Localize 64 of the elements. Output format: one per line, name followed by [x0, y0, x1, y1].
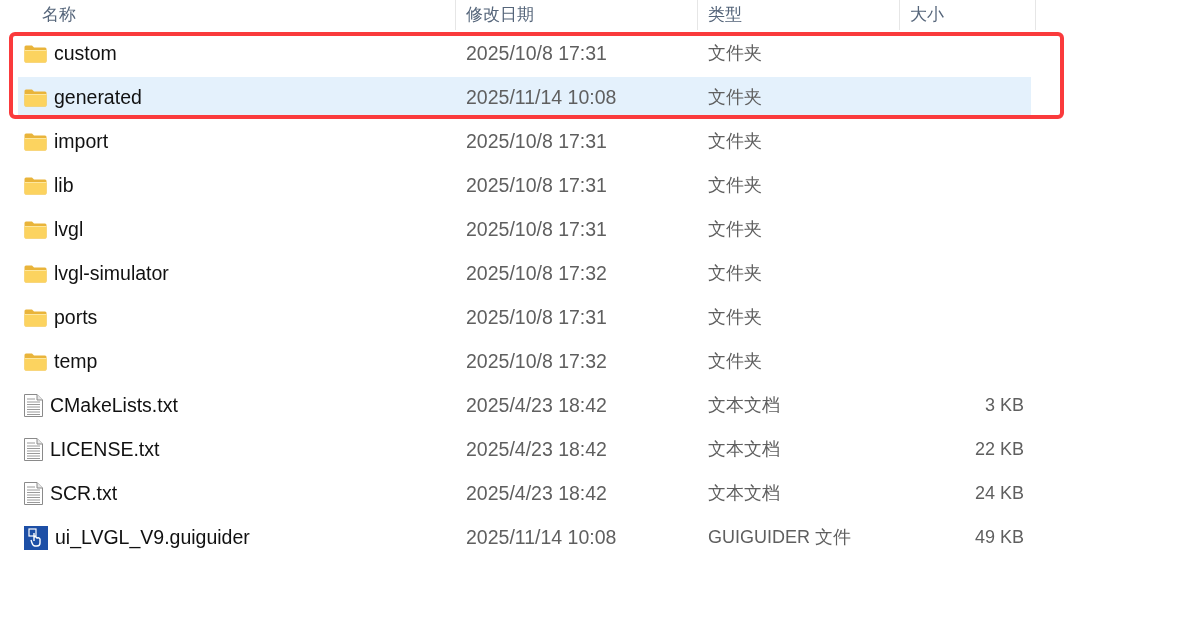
file-type: 文件夹: [708, 174, 762, 197]
folder-icon: [24, 44, 47, 63]
file-size: 22 KB: [974, 438, 1024, 461]
file-row[interactable]: LICENSE.txt 2025/4/23 18:42 文本文档 22 KB: [18, 429, 1031, 470]
modified-date: 2025/10/8 17:31: [466, 304, 607, 330]
file-name: ui_LVGL_V9.guiguider: [55, 524, 250, 551]
file-name: lvgl-simulator: [54, 260, 169, 286]
file-row[interactable]: ports 2025/10/8 17:31 文件夹: [18, 297, 1031, 338]
file-row[interactable]: lvgl-simulator 2025/10/8 17:32 文件夹: [18, 253, 1031, 294]
file-name: import: [54, 128, 109, 154]
file-name: CMakeLists.txt: [50, 392, 178, 418]
modified-date: 2025/4/23 18:42: [466, 392, 607, 418]
file-row[interactable]: temp 2025/10/8 17:32 文件夹: [18, 341, 1031, 382]
file-type: 文件夹: [708, 350, 762, 373]
file-row[interactable]: generated 2025/11/14 10:08 文件夹: [18, 77, 1031, 118]
file-name: custom: [54, 40, 117, 66]
file-row[interactable]: lib 2025/10/8 17:31 文件夹: [18, 165, 1031, 206]
file-row[interactable]: SCR.txt 2025/4/23 18:42 文本文档 24 KB: [18, 473, 1031, 514]
modified-date: 2025/10/8 17:31: [466, 40, 607, 66]
file-size: 49 KB: [974, 526, 1024, 549]
file-row[interactable]: lvgl 2025/10/8 17:31 文件夹: [18, 209, 1031, 250]
file-type: 文本文档: [708, 394, 780, 417]
file-name: temp: [54, 348, 98, 374]
app-icon: [24, 525, 48, 550]
folder-icon: [24, 264, 47, 283]
file-type: 文件夹: [708, 42, 762, 65]
file-type: GUIGUIDER 文件: [708, 526, 851, 549]
modified-date: 2025/10/8 17:31: [466, 216, 607, 242]
file-type: 文件夹: [708, 130, 762, 153]
document-icon: [24, 438, 43, 461]
document-icon: [24, 394, 43, 417]
file-name: LICENSE.txt: [50, 436, 160, 462]
file-name: lvgl: [54, 216, 84, 242]
modified-date: 2025/11/14 10:08: [466, 84, 617, 110]
modified-date: 2025/4/23 18:42: [466, 436, 607, 462]
file-name: lib: [54, 172, 74, 198]
file-type: 文件夹: [708, 218, 762, 241]
file-type: 文本文档: [708, 438, 780, 461]
folder-icon: [24, 176, 47, 195]
file-name: generated: [54, 84, 142, 110]
folder-icon: [24, 220, 47, 239]
modified-date: 2025/11/14 10:08: [466, 524, 617, 550]
file-type: 文件夹: [708, 86, 762, 109]
folder-icon: [24, 352, 47, 371]
modified-date: 2025/10/8 17:31: [466, 128, 607, 154]
folder-icon: [24, 132, 47, 151]
modified-date: 2025/10/8 17:31: [466, 172, 607, 198]
file-row[interactable]: CMakeLists.txt 2025/4/23 18:42 文本文档 3 KB: [18, 385, 1031, 426]
file-type: 文件夹: [708, 262, 762, 285]
file-size: 24 KB: [974, 482, 1024, 505]
file-type: 文件夹: [708, 306, 762, 329]
file-row[interactable]: ui_LVGL_V9.guiguider 2025/11/14 10:08 GUIGUIDER 文件 49 KB: [18, 517, 1031, 558]
folder-icon: [24, 308, 47, 327]
file-name: ports: [54, 304, 98, 330]
file-row[interactable]: import 2025/10/8 17:31 文件夹: [18, 121, 1031, 162]
modified-date: 2025/10/8 17:32: [466, 348, 607, 374]
modified-date: 2025/4/23 18:42: [466, 480, 607, 506]
file-row[interactable]: custom 2025/10/8 17:31 文件夹: [18, 33, 1031, 74]
modified-date: 2025/10/8 17:32: [466, 260, 607, 286]
folder-icon: [24, 88, 47, 107]
file-name: SCR.txt: [50, 480, 118, 506]
file-size: 3 KB: [984, 394, 1024, 417]
file-type: 文本文档: [708, 482, 780, 505]
document-icon: [24, 482, 43, 505]
